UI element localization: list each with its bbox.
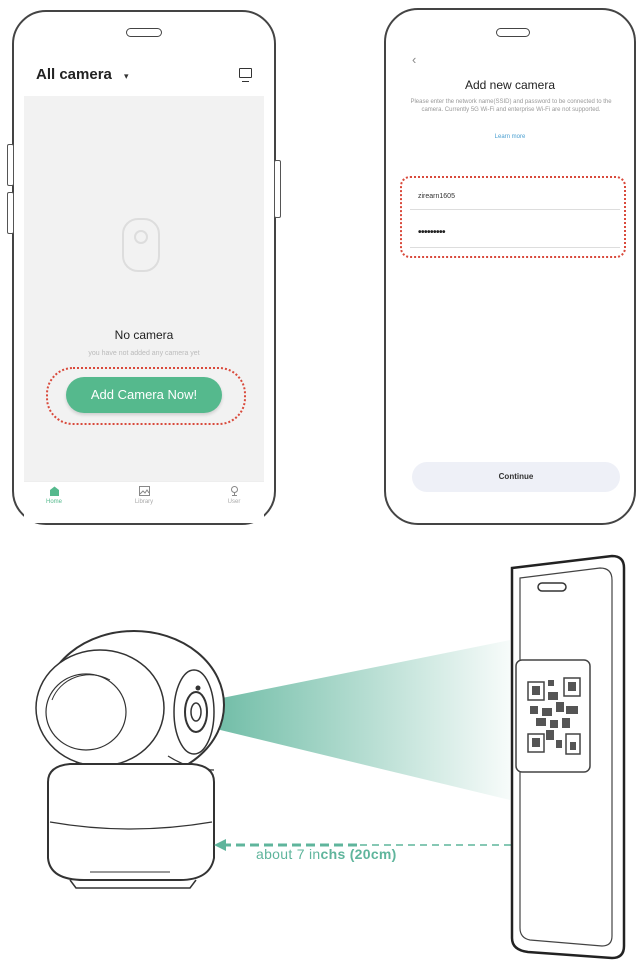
instructions-text: Please enter the network name(SSID) and … [410, 99, 612, 113]
tab-label-user: User [227, 499, 241, 505]
monitor-icon[interactable] [239, 68, 252, 82]
phone-side-button [7, 192, 14, 234]
distance-label-prefix: about 7 in [256, 846, 321, 862]
phone-with-qr-code [510, 554, 626, 960]
empty-state-heading: No camera [114, 328, 174, 342]
tab-user[interactable]: User [204, 486, 264, 505]
scan-beam [212, 640, 510, 800]
empty-state-subtext: you have not added any camera yet [88, 350, 200, 357]
home-icon [49, 486, 59, 496]
image-icon [138, 486, 150, 496]
page-title: Add new camera [464, 78, 556, 92]
distance-label-bold: chs (20cm) [320, 846, 397, 862]
tab-home[interactable]: Home [24, 486, 84, 505]
app-header: All camera ▾ [24, 52, 264, 96]
phone-home-screen: All camera ▾ No camera you have not adde… [7, 10, 281, 525]
phone-speaker [496, 28, 530, 37]
camera-filter-dropdown[interactable]: All camera [36, 66, 112, 83]
learn-more-link[interactable]: Learn more [384, 134, 636, 140]
camera-placeholder-icon [122, 218, 160, 272]
camera-qr-scan-illustration [35, 554, 626, 960]
bottom-tab-bar: Home Library User [24, 481, 264, 523]
home-screen: All camera ▾ No camera you have not adde… [24, 52, 264, 523]
password-field[interactable]: ••••••••• [410, 222, 620, 248]
phone-speaker [126, 28, 162, 37]
user-icon [230, 486, 238, 496]
tab-label-home: Home [45, 499, 62, 505]
phone-side-button [274, 160, 281, 218]
chevron-down-icon[interactable]: ▾ [124, 71, 129, 82]
empty-state-area: No camera you have not added any camera … [24, 96, 264, 481]
back-arrow-icon[interactable]: ‹ [412, 52, 416, 67]
add-camera-button[interactable]: Add Camera Now! [66, 377, 222, 413]
tab-library[interactable]: Library [114, 486, 174, 505]
continue-button[interactable]: Continue [412, 462, 620, 492]
distance-label: about 7 inchs (20cm) [256, 846, 397, 862]
tab-label-library: Library [134, 499, 154, 505]
ssid-field[interactable]: zirearn1605 [410, 184, 620, 210]
security-camera-icon [35, 630, 225, 889]
phone-side-button [7, 144, 14, 186]
